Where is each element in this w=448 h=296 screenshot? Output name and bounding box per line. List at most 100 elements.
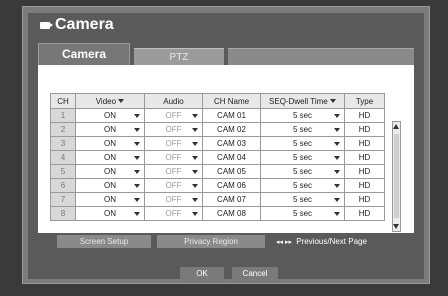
video-select[interactable]: ON [75, 178, 145, 193]
audio-select[interactable]: OFF [144, 136, 203, 151]
video-select[interactable]: ON [75, 108, 145, 123]
dropdown-arrow-icon [334, 170, 340, 174]
ch-number: 7 [50, 192, 76, 207]
dropdown-arrow-icon [192, 142, 198, 146]
scroll-down-icon[interactable] [393, 222, 400, 231]
dropdown-arrow-icon [134, 128, 140, 132]
ch-name-field[interactable]: CAM 06 [202, 178, 261, 193]
col-header-video[interactable]: Video [75, 93, 145, 109]
type-cell: HD [344, 192, 385, 207]
ok-button[interactable]: OK [180, 267, 224, 281]
type-cell: HD [344, 122, 385, 137]
seq-dwell-select[interactable]: 5 sec [260, 108, 345, 123]
dropdown-arrow-icon [192, 128, 198, 132]
table-row: 2 ON OFF CAM 02 5 sec HD [50, 122, 385, 137]
video-select[interactable]: ON [75, 206, 145, 221]
type-cell: HD [344, 206, 385, 221]
ch-name-field[interactable]: CAM 03 [202, 136, 261, 151]
dropdown-arrow-icon [192, 184, 198, 188]
dialog-header: Camera [28, 13, 424, 39]
ch-number: 1 [50, 108, 76, 123]
dropdown-arrow-icon [134, 198, 140, 202]
table-row: 4 ON OFF CAM 04 5 sec HD [50, 150, 385, 165]
table-row: 7 ON OFF CAM 07 5 sec HD [50, 192, 385, 207]
dropdown-arrow-icon [334, 198, 340, 202]
prev-next-page-icon: ◂◂ ▸▸ [276, 239, 292, 246]
dropdown-arrow-icon [192, 156, 198, 160]
dropdown-arrow-icon [192, 170, 198, 174]
ch-name-field[interactable]: CAM 05 [202, 164, 261, 179]
audio-select[interactable]: OFF [144, 122, 203, 137]
table-header-row: CH Video Audio CH Name SEQ-Dwell Time Ty… [50, 93, 385, 109]
dropdown-arrow-icon [134, 114, 140, 118]
col-header-type: Type [344, 93, 385, 109]
scroll-thumb[interactable] [394, 134, 399, 218]
seq-dwell-select[interactable]: 5 sec [260, 150, 345, 165]
dropdown-arrow-icon [192, 212, 198, 216]
col-header-seq-dwell[interactable]: SEQ-Dwell Time [260, 93, 345, 109]
dropdown-arrow-icon [329, 99, 336, 104]
col-header-ch: CH [50, 93, 76, 109]
dropdown-arrow-icon [334, 212, 340, 216]
ch-name-field[interactable]: CAM 07 [202, 192, 261, 207]
type-cell: HD [344, 164, 385, 179]
col-header-audio: Audio [144, 93, 203, 109]
video-select[interactable]: ON [75, 136, 145, 151]
dropdown-arrow-icon [192, 114, 198, 118]
ch-name-field[interactable]: CAM 04 [202, 150, 261, 165]
tab-ptz[interactable]: PTZ [134, 48, 224, 66]
screen-setup-button[interactable]: Screen Setup [57, 235, 151, 248]
video-select[interactable]: ON [75, 150, 145, 165]
audio-select[interactable]: OFF [144, 206, 203, 221]
camera-table: CH Video Audio CH Name SEQ-Dwell Time Ty… [50, 93, 385, 221]
ch-number: 4 [50, 150, 76, 165]
video-select[interactable]: ON [75, 164, 145, 179]
dropdown-arrow-icon [134, 184, 140, 188]
dropdown-arrow-icon [134, 142, 140, 146]
prev-next-page-label: Previous/Next Page [296, 237, 367, 246]
dialog-title: Camera [55, 16, 114, 33]
audio-select[interactable]: OFF [144, 178, 203, 193]
audio-select[interactable]: OFF [144, 164, 203, 179]
seq-dwell-select[interactable]: 5 sec [260, 122, 345, 137]
seq-dwell-select[interactable]: 5 sec [260, 164, 345, 179]
tab-camera[interactable]: Camera [38, 43, 130, 65]
table-row: 6 ON OFF CAM 06 5 sec HD [50, 178, 385, 193]
table-scrollbar[interactable] [392, 121, 401, 232]
dropdown-arrow-icon [118, 99, 125, 104]
privacy-region-button[interactable]: Privacy Region [157, 235, 265, 248]
seq-dwell-select[interactable]: 5 sec [260, 136, 345, 151]
table-row: 5 ON OFF CAM 05 5 sec HD [50, 164, 385, 179]
prev-next-page-control[interactable]: ◂◂ ▸▸ Previous/Next Page [276, 237, 367, 246]
dropdown-arrow-icon [334, 184, 340, 188]
type-cell: HD [344, 136, 385, 151]
camera-icon [40, 22, 53, 29]
col-header-ch-name: CH Name [202, 93, 261, 109]
camera-settings-panel: CH Video Audio CH Name SEQ-Dwell Time Ty… [38, 65, 414, 233]
ch-name-field[interactable]: CAM 02 [202, 122, 261, 137]
audio-select[interactable]: OFF [144, 150, 203, 165]
ch-number: 5 [50, 164, 76, 179]
ch-name-field[interactable]: CAM 01 [202, 108, 261, 123]
tab-bar: Camera PTZ [38, 43, 414, 66]
cancel-button[interactable]: Cancel [232, 267, 278, 281]
seq-dwell-select[interactable]: 5 sec [260, 192, 345, 207]
table-row: 1 ON OFF CAM 01 5 sec HD [50, 108, 385, 123]
ch-number: 3 [50, 136, 76, 151]
seq-dwell-select[interactable]: 5 sec [260, 178, 345, 193]
type-cell: HD [344, 178, 385, 193]
dropdown-arrow-icon [334, 128, 340, 132]
ch-number: 6 [50, 178, 76, 193]
audio-select[interactable]: OFF [144, 108, 203, 123]
dropdown-arrow-icon [334, 114, 340, 118]
video-select[interactable]: ON [75, 192, 145, 207]
seq-dwell-select[interactable]: 5 sec [260, 206, 345, 221]
ch-name-field[interactable]: CAM 08 [202, 206, 261, 221]
dropdown-arrow-icon [334, 156, 340, 160]
video-select[interactable]: ON [75, 122, 145, 137]
dropdown-arrow-icon [134, 212, 140, 216]
audio-select[interactable]: OFF [144, 192, 203, 207]
tab-bar-filler [228, 48, 414, 66]
scroll-up-icon[interactable] [393, 122, 400, 131]
table-row: 8 ON OFF CAM 08 5 sec HD [50, 206, 385, 221]
